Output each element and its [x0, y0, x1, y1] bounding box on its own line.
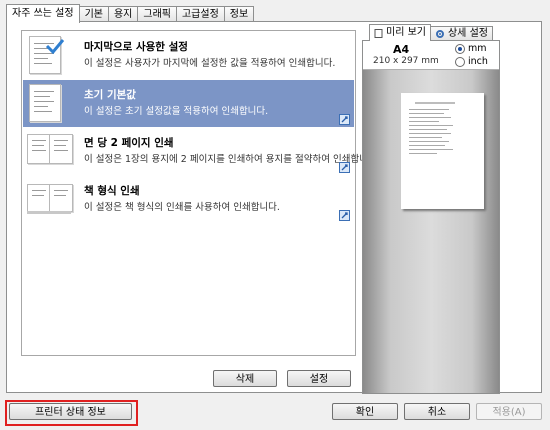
- ok-button[interactable]: 확인: [332, 403, 398, 420]
- tab-advanced[interactable]: 고급설정: [175, 6, 225, 22]
- favorites-list: 마지막으로 사용한 설정 이 설정은 사용자가 마지막에 설정한 값을 적용하여…: [21, 30, 380, 356]
- booklet-icon: [27, 180, 75, 220]
- paper-size-box: A4 210 x 297 mm mm inch: [363, 41, 499, 70]
- unit-mm-label: mm: [468, 43, 487, 54]
- two-pages-icon: [27, 132, 75, 172]
- preview-page: [401, 93, 484, 209]
- tab-about[interactable]: 정보: [223, 6, 255, 22]
- paper-name: A4: [393, 43, 410, 56]
- radio-dot: [455, 43, 465, 54]
- apply-button[interactable]: 적용(A): [476, 403, 542, 420]
- favorite-desc: 이 설정은 사용자가 마지막에 설정한 값을 적용하여 인쇄합니다.: [84, 58, 336, 69]
- preview-area: A4 210 x 297 mm mm inch: [362, 40, 500, 394]
- highlight-box: [5, 400, 138, 426]
- favorite-title: 초기 기본값: [84, 89, 136, 101]
- favorite-item-defaults[interactable]: 초기 기본값 이 설정은 초기 설정값을 적용하여 인쇄합니다.: [23, 80, 354, 127]
- unit-mm-radio[interactable]: mm: [455, 43, 487, 54]
- favorite-title: 마지막으로 사용한 설정: [84, 41, 188, 53]
- cancel-button[interactable]: 취소: [404, 403, 470, 420]
- unit-inch-label: inch: [468, 56, 488, 67]
- tab-basic[interactable]: 기본: [78, 6, 109, 22]
- edit-icon[interactable]: [339, 114, 350, 125]
- favorite-desc: 이 설정은 초기 설정값을 적용하여 인쇄합니다.: [84, 106, 269, 117]
- tab-preview[interactable]: 미리 보기: [369, 24, 431, 41]
- settings-button[interactable]: 설정: [287, 370, 351, 387]
- last-settings-icon: [27, 36, 75, 76]
- default-page-icon: [27, 84, 75, 124]
- favorite-desc: 이 설정은 책 형식의 인쇄를 사용하여 인쇄합니다.: [84, 202, 280, 213]
- favorite-item-2up[interactable]: 면 당 2 페이지 인쇄 이 설정은 1장의 용지에 2 페이지를 인쇄하여 용…: [23, 128, 380, 175]
- favorite-item-last-used[interactable]: 마지막으로 사용한 설정 이 설정은 사용자가 마지막에 설정한 값을 적용하여…: [23, 32, 354, 79]
- radio-dot: [455, 56, 465, 67]
- tab-favorites[interactable]: 자주 쓰는 설정: [6, 4, 80, 23]
- tab-details[interactable]: 상세 설정: [429, 26, 493, 41]
- main-tabs: 자주 쓰는 설정 기본 용지 그래픽 고급설정 정보: [6, 4, 255, 23]
- tab-paper[interactable]: 용지: [107, 6, 139, 22]
- favorite-title: 면 당 2 페이지 인쇄: [84, 137, 174, 149]
- favorite-desc: 이 설정은 1장의 용지에 2 페이지를 인쇄하여 용지를 절약하여 인쇄합니다…: [84, 154, 380, 165]
- preview-tabs: 미리 보기 상세 설정: [369, 24, 493, 41]
- tab-panel: 마지막으로 사용한 설정 이 설정은 사용자가 마지막에 설정한 값을 적용하여…: [6, 21, 542, 394]
- unit-inch-radio[interactable]: inch: [455, 56, 488, 67]
- favorite-item-booklet[interactable]: 책 형식 인쇄 이 설정은 책 형식의 인쇄를 사용하여 인쇄합니다.: [23, 176, 354, 223]
- gear-icon: [435, 30, 444, 38]
- edit-icon[interactable]: [339, 162, 350, 173]
- paper-dimensions: 210 x 297 mm: [373, 56, 439, 66]
- tab-graphics[interactable]: 그래픽: [137, 6, 177, 22]
- favorite-title: 책 형식 인쇄: [84, 185, 140, 197]
- tab-details-label: 상세 설정: [447, 28, 488, 39]
- edit-icon[interactable]: [339, 210, 350, 221]
- tab-preview-label: 미리 보기: [386, 27, 426, 38]
- page-icon: [374, 28, 383, 38]
- delete-button[interactable]: 삭제: [213, 370, 277, 387]
